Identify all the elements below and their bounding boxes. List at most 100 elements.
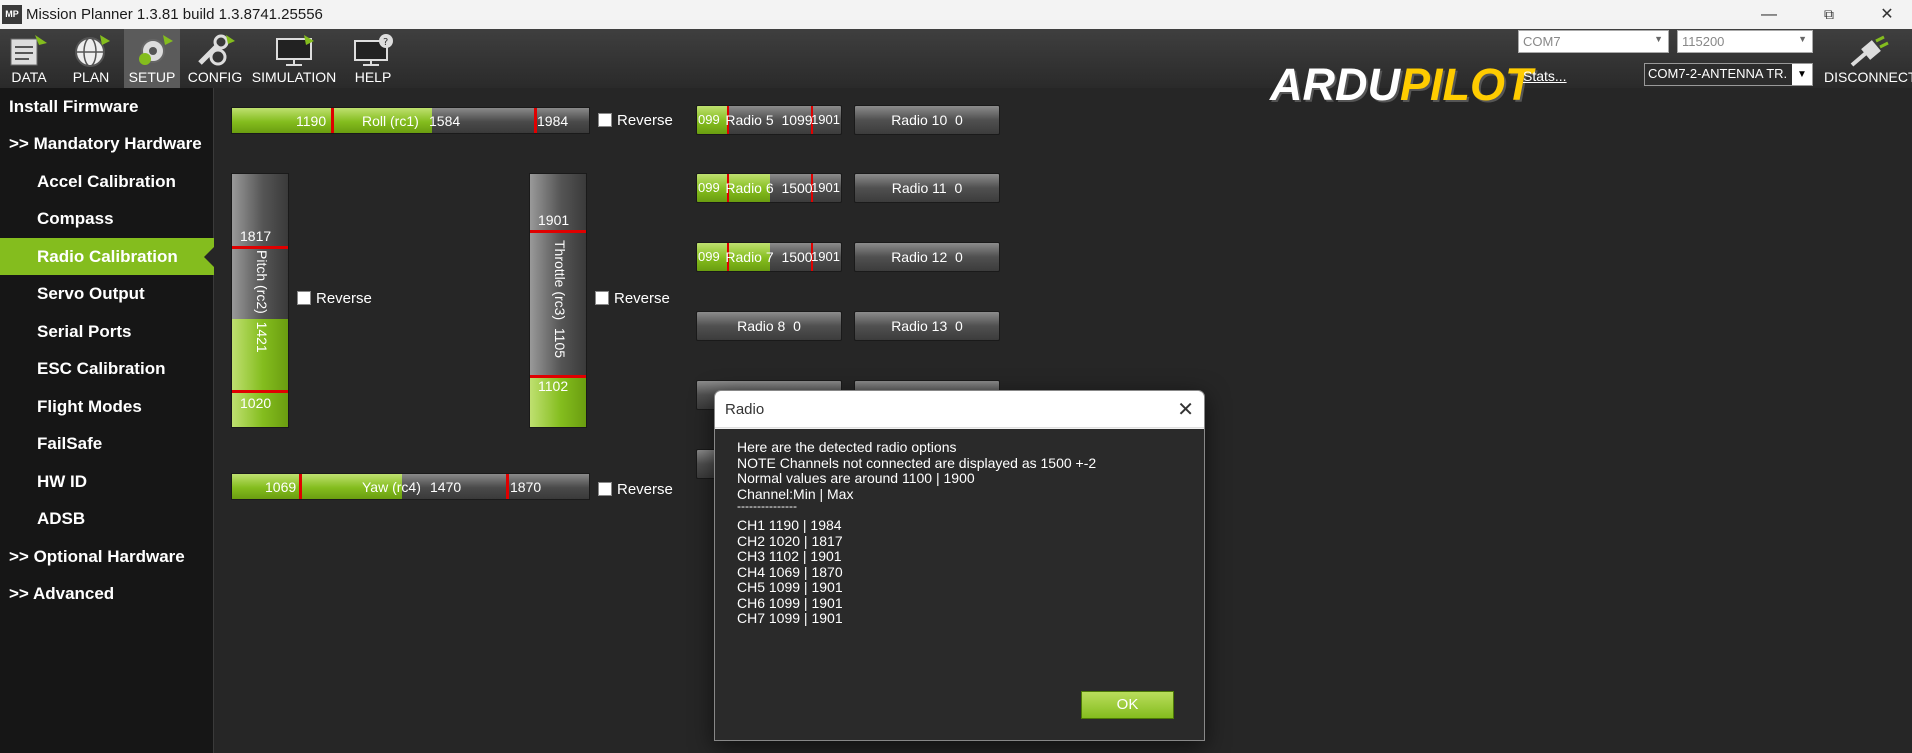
sidebar-item-compass[interactable]: Compass: [0, 200, 214, 237]
yaw-max-mark: [506, 474, 509, 499]
yaw-reverse-label: Reverse: [617, 481, 673, 498]
window-title: Mission Planner 1.3.81 build 1.3.8741.25…: [26, 6, 323, 23]
baud-select[interactable]: 115200 ▼: [1677, 30, 1813, 53]
connection-select[interactable]: COM7-2-ANTENNA TR. ▼: [1644, 63, 1813, 86]
config-button[interactable]: CONFIG: [184, 29, 246, 88]
sidebar-item-advanced[interactable]: >> Advanced: [0, 575, 214, 612]
radio-6-bar[interactable]: 099 Radio 6 1500 1901: [696, 173, 842, 203]
throttle-max: 1901: [538, 212, 570, 228]
throttle-bar: 1901 1102 Throttle (rc3) 1105: [529, 173, 587, 428]
stats-link[interactable]: Stats...: [1523, 68, 1567, 84]
throttle-name: Throttle (rc3) 1105: [552, 240, 568, 358]
radio-6-max: 1901: [811, 180, 840, 195]
close-button[interactable]: ✕: [1864, 2, 1910, 27]
checkbox-box[interactable]: [595, 291, 609, 305]
main-toolbar: DATA PLAN SETUP CONFIG SIMULATION ? HELP…: [0, 29, 1912, 107]
radio-5-label: Radio 5 1099: [725, 112, 812, 128]
svg-text:?: ?: [383, 37, 388, 48]
plug-icon[interactable]: [1846, 35, 1892, 69]
app-icon: MP: [2, 5, 22, 24]
sidebar-item-optional-hardware[interactable]: >> Optional Hardware: [0, 538, 214, 575]
radio-13-bar[interactable]: Radio 13 0: [854, 311, 1000, 341]
checkbox-box[interactable]: [598, 113, 612, 127]
port-value: COM7: [1523, 34, 1561, 49]
radio-10-bar[interactable]: Radio 10 0: [854, 105, 1000, 135]
throttle-reverse-checkbox[interactable]: Reverse: [595, 290, 670, 307]
close-icon[interactable]: ✕: [1177, 397, 1194, 422]
sidebar-item-hw-id[interactable]: HW ID: [0, 463, 214, 500]
sidebar-item-failsafe[interactable]: FailSafe: [0, 425, 214, 462]
radio-5-value: 1099: [781, 112, 813, 128]
checkbox-box[interactable]: [598, 482, 612, 496]
sidebar-item-radio-calibration[interactable]: Radio Calibration: [0, 238, 215, 275]
pitch-max-mark: [232, 246, 288, 249]
sidebar-item-esc-calibration[interactable]: ESC Calibration: [0, 350, 214, 387]
sidebar-item-serial-ports[interactable]: Serial Ports: [0, 313, 214, 350]
sidebar-item-servo-output[interactable]: Servo Output: [0, 275, 214, 312]
dialog-line: CH4 1069 | 1870: [737, 564, 843, 580]
radio-13-value: 0: [955, 318, 963, 334]
ok-button[interactable]: OK: [1081, 691, 1174, 719]
throttle-value: 1105: [552, 327, 568, 359]
pitch-reverse-checkbox[interactable]: Reverse: [297, 290, 372, 307]
data-icon: [10, 35, 47, 66]
data-button-label: DATA: [11, 69, 47, 85]
roll-max: 1984: [537, 113, 569, 129]
sidebar-item-accel-calibration[interactable]: Accel Calibration: [0, 163, 214, 200]
setup-sidebar: Install Firmware >> Mandatory Hardware A…: [0, 88, 215, 753]
radio-6-value: 1500: [781, 180, 813, 196]
radio-8-bar[interactable]: Radio 8 0: [696, 311, 842, 341]
plan-button[interactable]: PLAN: [62, 29, 120, 88]
ardupilot-logo: ARDUPILOT: [1270, 62, 1533, 107]
radio-11-bar[interactable]: Radio 11 0: [854, 173, 1000, 203]
simulation-button[interactable]: SIMULATION: [250, 29, 338, 88]
setup-button[interactable]: SETUP: [124, 29, 180, 88]
pitch-name: Pitch (rc2) 1421: [254, 250, 270, 353]
yaw-reverse-checkbox[interactable]: Reverse: [598, 481, 673, 498]
radio-10-value: 0: [955, 112, 963, 128]
sidebar-item-flight-modes[interactable]: Flight Modes: [0, 388, 214, 425]
pitch-min-mark: [232, 390, 288, 393]
radio-12-name: Radio 12: [891, 249, 948, 265]
dialog-line: ---------------: [737, 499, 797, 513]
restore-button[interactable]: ⧉: [1806, 2, 1852, 27]
pitch-value: 1421: [254, 321, 270, 353]
baud-value: 115200: [1682, 34, 1725, 49]
radio-12-bar[interactable]: Radio 12 0: [854, 242, 1000, 272]
dialog-title: Radio: [725, 401, 765, 418]
radio-10-name: Radio 10: [891, 112, 948, 128]
radio-dialog: Radio ✕ Here are the detected radio opti…: [714, 390, 1205, 741]
sidebar-item-mandatory-hardware[interactable]: >> Mandatory Hardware: [0, 125, 214, 162]
help-button-label: HELP: [354, 69, 392, 85]
checkbox-box[interactable]: [297, 291, 311, 305]
dialog-line: CH7 1099 | 1901: [737, 610, 843, 626]
radio-5-min: 099: [698, 112, 720, 127]
dialog-body: Here are the detected radio options NOTE…: [715, 429, 1204, 740]
yaw-max: 1870: [510, 479, 542, 495]
wrench-icon: [198, 34, 235, 66]
radio-7-max: 1901: [811, 249, 840, 264]
dialog-line: Here are the detected radio options: [737, 439, 957, 455]
disconnect-label[interactable]: DISCONNECT: [1824, 69, 1912, 85]
sidebar-item-adsb[interactable]: ADSB: [0, 500, 214, 537]
data-button[interactable]: DATA: [0, 29, 58, 88]
sidebar-item-install-firmware[interactable]: Install Firmware: [0, 88, 214, 125]
help-button[interactable]: ? HELP: [342, 29, 404, 88]
radio-7-value: 1500: [781, 249, 813, 265]
yaw-value: 1470: [430, 479, 462, 495]
radio-6-label: Radio 6 1500: [725, 180, 812, 196]
minimize-button[interactable]: —: [1746, 2, 1792, 27]
connection-value: COM7-2-ANTENNA TR.: [1648, 66, 1788, 81]
throttle-name-text: Throttle (rc3): [552, 240, 568, 321]
radio-13-name: Radio 13: [891, 318, 948, 334]
roll-reverse-checkbox[interactable]: Reverse: [598, 112, 673, 129]
radio-7-bar[interactable]: 099 Radio 7 1500 1901: [696, 242, 842, 272]
radio-5-bar[interactable]: 099 Radio 5 1099 1901: [696, 105, 842, 135]
roll-min-mark: [331, 108, 334, 133]
pitch-bar: 1817 1020 Pitch (rc2) 1421: [231, 173, 289, 428]
pitch-min: 1020: [240, 395, 272, 411]
pitch-name-text: Pitch (rc2): [254, 250, 270, 314]
radio-6-name: Radio 6: [725, 180, 774, 196]
port-select[interactable]: COM7 ▼: [1518, 30, 1669, 53]
chevron-down-icon: ▼: [1792, 64, 1812, 85]
